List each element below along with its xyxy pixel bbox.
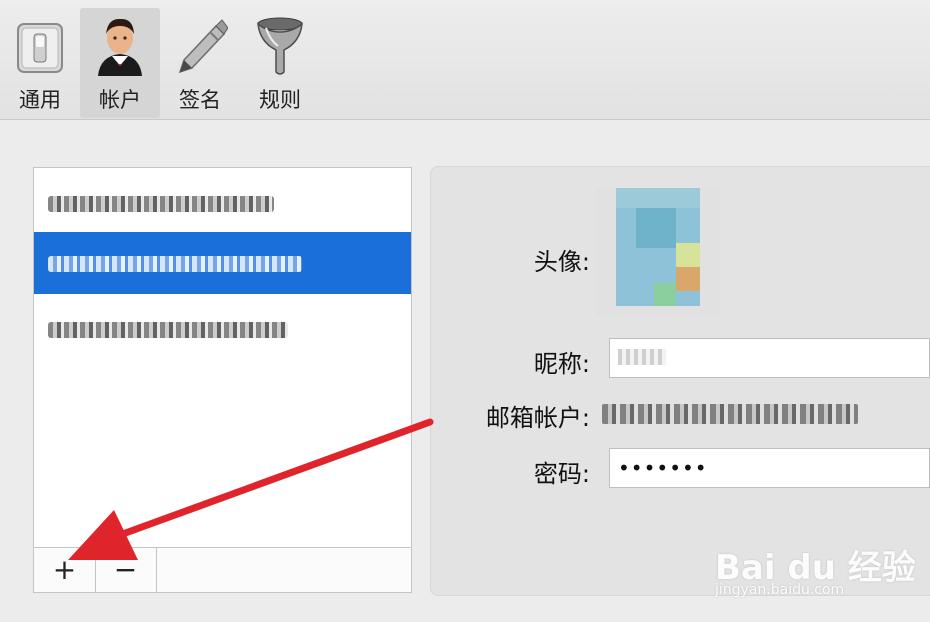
watermark-sub: jingyan.baidu.com (715, 582, 845, 598)
account-name-redacted (48, 322, 288, 338)
nickname-redacted (618, 349, 666, 365)
nickname-label: 昵称: (533, 350, 590, 378)
toolbar-tab-signature-label: 签名 (179, 88, 221, 112)
account-list-item[interactable] (34, 298, 411, 360)
account-name-redacted (48, 196, 274, 212)
preferences-toolbar: 通用 帐户 签名 规则 (0, 0, 930, 120)
remove-account-button[interactable]: − (95, 548, 157, 592)
toolbar-tab-general-label: 通用 (19, 88, 61, 112)
account-list-item-selected[interactable] (34, 232, 411, 294)
account-name-redacted (48, 256, 302, 272)
account-list[interactable]: + − (33, 167, 412, 593)
avatar-label: 头像: (533, 248, 590, 276)
toolbar-tab-signature[interactable]: 签名 (160, 8, 240, 118)
password-field[interactable]: ••••••• (609, 448, 930, 488)
general-switch-icon (17, 23, 63, 73)
pen-icon (178, 19, 228, 74)
nickname-field[interactable] (609, 338, 930, 378)
password-label: 密码: (533, 460, 590, 488)
avatar[interactable] (596, 188, 720, 316)
toolbar-tab-rules-label: 规则 (259, 88, 301, 112)
account-list-item[interactable] (34, 172, 411, 234)
email-value-redacted (602, 404, 858, 424)
account-user-icon (98, 18, 142, 76)
toolbar-tab-rules[interactable]: 规则 (240, 8, 320, 118)
add-account-button[interactable]: + (34, 548, 96, 592)
email-label: 邮箱帐户: (485, 404, 590, 432)
toolbar-tab-general[interactable]: 通用 (0, 8, 80, 118)
funnel-icon (257, 17, 303, 75)
toolbar-tab-account[interactable]: 帐户 (80, 8, 160, 118)
baidu-watermark: Bai du 经验 jingyan.baidu.com (715, 520, 925, 610)
account-list-footer: + − (34, 547, 411, 592)
toolbar-tab-account-label: 帐户 (99, 88, 141, 112)
